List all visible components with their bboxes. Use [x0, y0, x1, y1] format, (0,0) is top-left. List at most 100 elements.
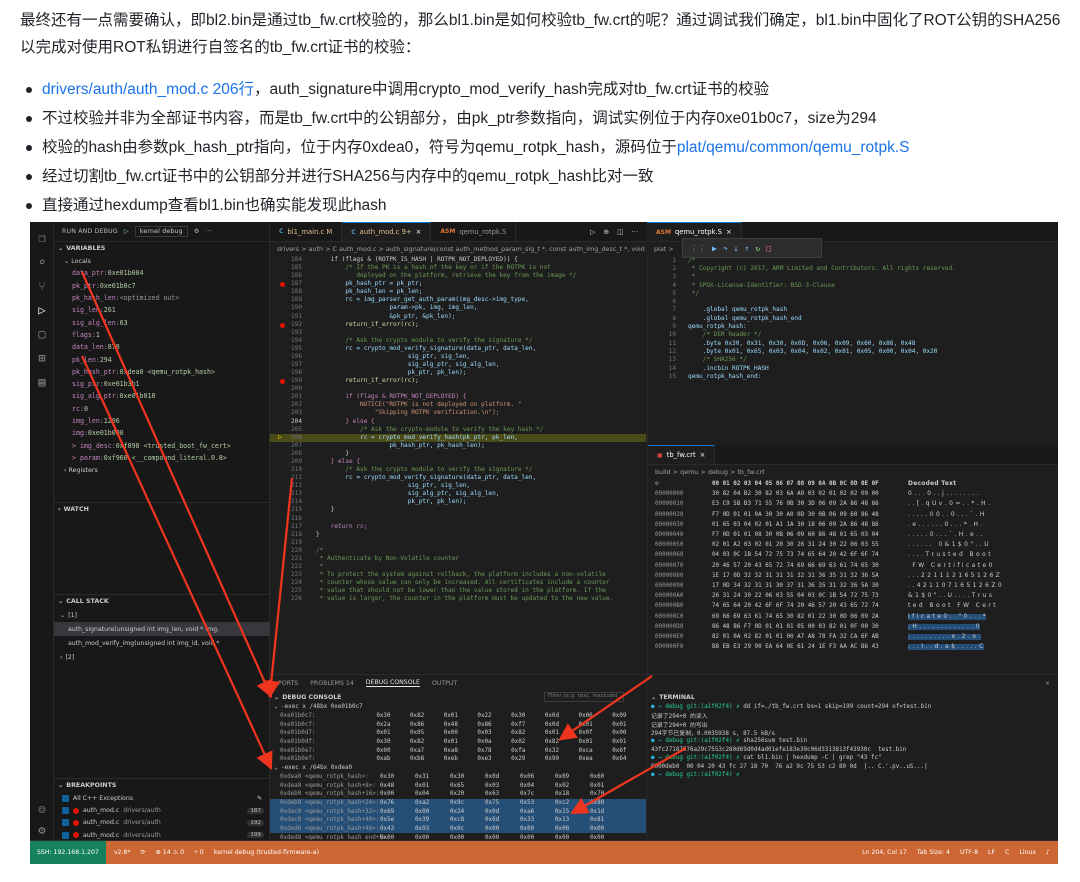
line-number[interactable]: 11 — [648, 340, 688, 347]
line-number[interactable]: 224 — [270, 579, 316, 587]
language-mode[interactable]: C — [1005, 849, 1009, 856]
line-number[interactable]: 208 — [270, 450, 316, 458]
variable-row[interactable]: sig_alg_len: 63 — [54, 316, 269, 328]
line-number[interactable]: 194 — [270, 337, 316, 345]
close-panel-icon[interactable]: × — [1045, 680, 1050, 687]
hex-row[interactable]: 000000C0 69 66 69 63 61 74 65 30 82 01 22… — [648, 611, 1058, 621]
hex-row[interactable]: 000000B0 74 65 64 20 42 6F 6F 74 20 46 57… — [648, 601, 1058, 611]
branch-indicator[interactable]: v2.8* — [114, 849, 131, 856]
watch-section[interactable]: › WATCH — [54, 502, 270, 516]
stop-icon[interactable]: □ — [766, 244, 771, 253]
line-number[interactable]: 218 — [270, 531, 316, 539]
locals-scope[interactable]: ⌄ Locals — [54, 255, 269, 267]
registers-scope[interactable]: › Registers — [54, 464, 269, 476]
source-control-icon[interactable]: ⑂ — [34, 278, 50, 294]
line-number[interactable]: 189 — [270, 296, 316, 304]
line-number[interactable]: 193 — [270, 329, 316, 337]
hex-editor[interactable]: ▣ tb_fw.crt × build > qemu > debug > tb_fw… — [647, 445, 1058, 675]
line-number[interactable]: 197 — [270, 361, 316, 369]
breakpoints-header[interactable]: ⌄ BREAKPOINTS — [54, 778, 270, 792]
checkbox[interactable] — [62, 831, 69, 839]
hex-row[interactable]: 00000090 17 0D 34 32 31 31 30 37 31 36 35… — [648, 581, 1058, 591]
tab-size[interactable]: Tab Size: 4 — [917, 849, 950, 856]
call-stack-header[interactable]: ⌄ CALL STACK — [54, 594, 270, 608]
line-number[interactable]: 12 — [648, 348, 688, 355]
frame-auth-signature[interactable]: auth_signature(unsigned int img_len, voi… — [54, 622, 270, 636]
breakpoint-marker-icon[interactable] — [280, 322, 285, 328]
panel-tab[interactable]: OUTPUT — [432, 680, 457, 687]
line-number[interactable]: 214 — [270, 498, 316, 506]
os-indicator[interactable]: Linux — [1019, 849, 1036, 856]
line-number[interactable]: 4 — [648, 282, 688, 289]
close-icon[interactable]: × — [416, 228, 422, 236]
line-number[interactable]: 226 — [270, 595, 316, 603]
panel-tab[interactable]: PROBLEMS 14 — [310, 680, 354, 687]
hex-row[interactable]: 000000D0 86 48 86 F7 0D 01 01 01 05 00 03… — [648, 622, 1058, 632]
breakpoint-item[interactable]: All C++ Exceptions ✎ — [54, 792, 270, 804]
line-number[interactable]: 219 — [270, 539, 316, 547]
line-number[interactable]: 187 — [270, 280, 316, 288]
extensions-icon[interactable]: ⊞ — [34, 350, 50, 366]
line-number[interactable]: 223 — [270, 571, 316, 579]
bullet-link[interactable]: plat/qemu/common/qemu_rotpk.S — [677, 139, 910, 156]
variable-row[interactable]: > param: 0xf960 <__compound_literal.0.8> — [54, 452, 269, 464]
more-icon[interactable]: ··· — [206, 228, 213, 235]
variable-row[interactable]: img_len: 1206 — [54, 415, 269, 427]
line-number[interactable]: 5 — [648, 290, 688, 297]
line-number[interactable]: 220 — [270, 547, 316, 555]
line-number[interactable]: 222 — [270, 563, 316, 571]
search-icon[interactable]: ⌕ — [34, 254, 50, 270]
testing-icon[interactable]: ▤ — [34, 374, 50, 390]
checkbox[interactable] — [62, 794, 69, 802]
account-icon[interactable]: ☺ — [34, 802, 50, 818]
line-number[interactable]: 185 — [270, 264, 316, 272]
line-number[interactable]: 6 — [648, 298, 688, 305]
hex-row[interactable]: 00000040 F7 0D 01 01 08 30 0B 06 09 60 86… — [648, 530, 1058, 540]
line-number[interactable]: 217 — [270, 523, 316, 531]
step-over-icon[interactable]: ↷ — [723, 244, 728, 253]
line-number[interactable]: 201 — [270, 393, 316, 401]
variable-row[interactable]: sig_len: 261 — [54, 304, 269, 316]
line-number[interactable]: 215 — [270, 506, 316, 514]
asm-editor[interactable]: 1/* 2 * Copyright (c) 2017, ARM Limited a… — [647, 256, 1058, 446]
hex-breadcrumb[interactable]: build > qemu > debug > tb_fw.crt — [648, 465, 1058, 479]
line-number[interactable]: 211 — [270, 474, 316, 482]
debug-config-select[interactable]: kernel debug — [134, 226, 188, 237]
line-number[interactable]: 191 — [270, 313, 316, 321]
asm-breadcrumb[interactable]: plat > — [647, 242, 687, 256]
run-debug-icon[interactable]: ▷ — [34, 302, 50, 318]
hex-row[interactable]: 00000030 01 65 03 04 02 01 A1 1A 30 18 06… — [648, 520, 1058, 530]
tab-auth-mod[interactable]: Cauth_mod.c 9+ × — [342, 222, 432, 241]
thread-2[interactable]: › [2] — [54, 650, 270, 664]
code-editor[interactable]: 184 if (flags & (ROTPK_IS_HASH | ROTPK_N… — [270, 256, 646, 674]
edit-icon[interactable]: ✎ — [257, 795, 262, 802]
close-icon[interactable]: × — [700, 451, 706, 459]
cursor-position[interactable]: Ln 204, Col 17 — [862, 849, 907, 856]
debug-session[interactable]: kernel debug (trusted-firmware-a) — [214, 849, 319, 856]
line-number[interactable]: 196 — [270, 353, 316, 361]
variable-row[interactable]: pk_len: 294 — [54, 353, 269, 365]
variable-row[interactable]: pk_hash_ptr: 0xdea0 <qemu_rotpk_hash> — [54, 366, 269, 378]
breakpoint-marker-icon[interactable] — [280, 282, 285, 288]
line-number[interactable]: 9 — [648, 323, 688, 330]
remote-explorer-icon[interactable]: ▢ — [34, 326, 50, 342]
breakpoint-item[interactable]: auth_mod.c drivers/auth 187 — [54, 804, 270, 816]
line-number[interactable]: 221 — [270, 555, 316, 563]
variable-row[interactable]: data_len: 878 — [54, 341, 269, 353]
line-number[interactable]: 186 — [270, 272, 316, 280]
line-number[interactable]: 203 — [270, 409, 316, 417]
close-icon[interactable]: × — [726, 228, 732, 236]
line-number[interactable]: 15 — [648, 373, 688, 380]
line-number[interactable]: 7 — [648, 306, 688, 313]
panel-tab[interactable]: PORTS — [278, 680, 298, 687]
gear-icon[interactable]: ⚙ — [194, 228, 200, 235]
line-number[interactable]: 14 — [648, 365, 688, 372]
line-number[interactable]: 210 — [270, 466, 316, 474]
line-number[interactable]: 199 — [270, 377, 316, 385]
line-number[interactable]: 1 — [648, 257, 688, 264]
settings-gear-icon[interactable]: ⚙ — [648, 481, 712, 487]
hex-row[interactable]: 00000060 04 03 0C 1B 54 72 75 73 74 65 64… — [648, 550, 1058, 560]
line-number[interactable]: 192 — [270, 321, 316, 329]
line-number[interactable]: 13 — [648, 356, 688, 363]
problems-indicator[interactable]: ⊗ 14 ⚠ 0 — [156, 849, 184, 856]
